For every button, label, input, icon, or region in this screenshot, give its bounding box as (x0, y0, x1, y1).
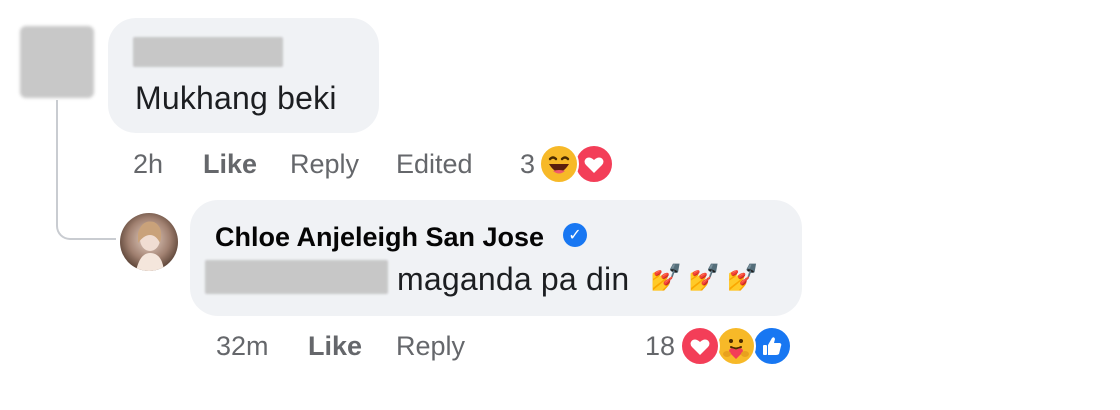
comment-timestamp[interactable]: 2h (133, 149, 163, 180)
reply-like-button[interactable]: Like (308, 331, 362, 362)
heart-icon[interactable] (574, 144, 614, 184)
thread-connector-line (56, 100, 116, 240)
reply-text: maganda pa din (397, 261, 630, 297)
verified-badge-icon: ✓ (563, 223, 587, 247)
comment-text: Mukhang beki (135, 80, 337, 116)
comment-like-button[interactable]: Like (203, 149, 257, 180)
comment-edited-label[interactable]: Edited (396, 149, 473, 180)
redacted-reply-text (205, 260, 388, 294)
reply-reply-button[interactable]: Reply (396, 331, 465, 362)
chloe-avatar[interactable] (120, 213, 178, 271)
reply-author-name[interactable]: Chloe Anjeleigh San Jose (215, 222, 544, 253)
redacted-author-name (133, 37, 283, 67)
commenter-avatar[interactable] (20, 26, 94, 98)
nail-polish-emoji: 💅💅💅 (650, 262, 766, 292)
thumbs-up-icon[interactable] (752, 326, 792, 366)
reply-bubble: Chloe Anjeleigh San Jose ✓ maganda pa di… (190, 200, 802, 316)
comment-reaction-count[interactable]: 3 (520, 149, 535, 180)
reply-timestamp[interactable]: 32m (216, 331, 269, 362)
laugh-icon[interactable] (539, 144, 579, 184)
heart-icon[interactable] (680, 326, 720, 366)
comment-reply-button[interactable]: Reply (290, 149, 359, 180)
comment-bubble: Mukhang beki (108, 18, 379, 133)
reply-reaction-count[interactable]: 18 (645, 331, 675, 362)
care-icon[interactable] (716, 326, 756, 366)
